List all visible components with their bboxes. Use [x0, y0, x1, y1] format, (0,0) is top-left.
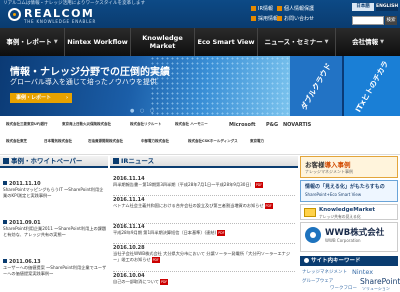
- link-arrow-icon: [277, 16, 282, 21]
- knowledge-market-icon: [304, 208, 316, 217]
- pdf-icon: PDF: [254, 182, 264, 188]
- eco-smart-view-banner[interactable]: 情報の「見える化」がもたらすもの SharePoint+Eco Smart Vi…: [300, 180, 398, 202]
- hero-pattern: [150, 56, 290, 116]
- customer-logo: 株式会社CSKホールディングス: [188, 139, 238, 143]
- ir-news-item[interactable]: 2016.11.14 平成28年9月期 第1四半期決算短信〔日本基準〕(連結) P…: [113, 224, 295, 236]
- ir-news-item[interactable]: 2016.11.14 ベトナム社会主義共和国における合弁会社の設立及び第三者割当…: [113, 197, 295, 209]
- divider: [113, 243, 295, 244]
- nav-item-company[interactable]: 会社情報 ▼: [336, 28, 400, 56]
- hero-title: 情報・ナレッジ分野での圧倒的実績: [10, 67, 170, 78]
- nav-item-nintex[interactable]: Nintex Workflow: [65, 28, 131, 56]
- search-button[interactable]: 検索: [385, 16, 397, 25]
- top-link-contact[interactable]: お問い合わせ: [277, 15, 314, 22]
- carousel-indicator[interactable]: ● ○ ○: [130, 108, 156, 114]
- keyword-tag[interactable]: ソリューション: [362, 286, 390, 292]
- ir-news-item[interactable]: 2016.10.28 当社子会社WWB株式会社 大分県大分市において 分譲ソーラ…: [113, 245, 295, 263]
- top-link-privacy[interactable]: 個人情報保護: [277, 5, 314, 12]
- pdf-icon: PDF: [217, 230, 226, 236]
- hero-reports-button[interactable]: 事例・レポート ›: [10, 93, 72, 103]
- global-nav: 事例・レポート ▼ Nintex Workflow Knowledge Marke…: [0, 28, 400, 56]
- customer-logo: 日本電気株式会社: [44, 139, 72, 143]
- reports-heading: 事例・ホワイトペーパー: [0, 156, 108, 168]
- link-arrow-icon: [277, 6, 282, 11]
- tagline: リアルコムは情報・ナレッジ活用によりワークスタイルを変革します: [3, 1, 146, 6]
- nav-item-news[interactable]: ニュース・セミナー ▼: [258, 28, 336, 56]
- customer-logo: 株式会社三菱東京UFJ銀行: [6, 122, 48, 126]
- customer-logo: 株式会社東芝: [6, 139, 27, 143]
- customer-logo: 東京海上日動火災保険株式会社: [62, 122, 111, 126]
- pdf-icon: PDF: [151, 257, 160, 263]
- keyword-tag[interactable]: ワークフロー: [330, 285, 357, 291]
- wwb-banner[interactable]: WWB株式会社 WWB Corporation: [300, 222, 398, 252]
- customer-logo: 中部電力株式会社: [141, 139, 169, 143]
- report-item[interactable]: 2011.09.01 SharePoint利用企業2011 ～SharePoin…: [3, 220, 107, 238]
- knowledge-market-banner[interactable]: KnowledgeMarket ナレッジ共有の見える化: [300, 204, 398, 220]
- customer-logos: 株式会社三菱東京UFJ銀行 東京海上日動火災保険株式会社 株式会社リクルート 株…: [0, 116, 400, 155]
- hero-banner: 情報・ナレッジ分野での圧倒的実績 グローバル導入を通じて培ったノウハウを提供 事…: [0, 56, 400, 116]
- case-study-banner[interactable]: お客様導入事例 ナレッジマネジメント事例: [300, 156, 398, 178]
- chevron-down-icon: ▼: [53, 39, 58, 45]
- customer-logo: 東京電力: [250, 139, 264, 143]
- pdf-icon: PDF: [264, 203, 273, 209]
- nav-item-knowledge-market[interactable]: Knowledge Market: [131, 28, 195, 56]
- link-arrow-icon: [251, 6, 256, 11]
- keyword-tag[interactable]: ナレッジマネジメント: [302, 269, 347, 275]
- language-english-button[interactable]: ENGLISH: [376, 3, 398, 11]
- hero-subtitle: グローバル導入を通じて培ったノウハウを提供: [10, 78, 157, 86]
- customer-logo: 石油資源開発株式会社: [88, 139, 123, 143]
- divider: [113, 271, 295, 272]
- chevron-down-icon: ▼: [380, 39, 384, 45]
- ir-news-item[interactable]: 2016.10.04 自己の一部取消について PDF: [113, 273, 295, 285]
- bullet-icon: [3, 220, 7, 224]
- nav-item-eco-smart-view[interactable]: Eco Smart View: [195, 28, 258, 56]
- customer-logo: NOVARTIS: [283, 122, 312, 128]
- customer-logo: 株式会社リクルート: [130, 122, 162, 126]
- report-item[interactable]: 2011.06.13 ユーザーへの価値提案 ～SharePoint利用企業でユー…: [3, 259, 107, 277]
- keyword-tag[interactable]: SharePoint: [360, 277, 400, 286]
- bullet-icon: [3, 181, 7, 185]
- keyword-tag[interactable]: Nintex: [352, 268, 373, 276]
- hero-tab-it-human[interactable]: ITxヒトのチカラ: [344, 56, 400, 116]
- news-icon: [113, 158, 119, 164]
- logo-mark-icon: [8, 8, 21, 21]
- wwb-logo-icon: [305, 227, 321, 243]
- top-link-recruit[interactable]: 採用情報: [251, 15, 278, 22]
- divider: [113, 195, 295, 196]
- keyword-tag[interactable]: グループウェア: [302, 278, 333, 284]
- pdf-icon: PDF: [159, 279, 169, 285]
- logo-subtitle: THE KNOWLEDGE ENABLER: [24, 19, 97, 24]
- bullet-icon: [3, 259, 7, 263]
- keyword-heading: サイト内キーワード: [300, 256, 398, 266]
- search-icon: [304, 258, 309, 263]
- document-icon: [3, 158, 9, 164]
- customer-logo: Microsoft: [229, 122, 256, 128]
- ir-news-heading: IRニュース: [110, 156, 298, 168]
- ir-news-item[interactable]: 2016.11.14 四半期報告書－第18期第3四半期（平成28年7月1日～平成…: [113, 176, 295, 188]
- top-link-ir[interactable]: IR情報: [251, 5, 273, 12]
- language-japanese-button[interactable]: 日本語: [352, 3, 374, 11]
- search-input[interactable]: [352, 16, 384, 25]
- link-arrow-icon: [251, 16, 256, 21]
- customer-logo: 株式会社 ハーモニー: [175, 122, 208, 126]
- nav-item-reports[interactable]: 事例・レポート ▼: [0, 28, 65, 56]
- chevron-down-icon: ▼: [324, 39, 329, 45]
- customer-logo: P&G: [266, 122, 279, 128]
- arrow-right-icon: ›: [65, 95, 68, 101]
- top-bar: リアルコムは情報・ナレッジ活用によりワークスタイルを変革します REALCOM …: [0, 0, 400, 28]
- site-logo[interactable]: REALCOM THE KNOWLEDGE ENABLER: [8, 7, 95, 25]
- keyword-tags: ナレッジマネジメント Nintex SharePoint グループウェア ワーク…: [300, 268, 400, 292]
- report-item[interactable]: 2011.11.10 SharePointマッピングもらうIT ～SharePo…: [3, 181, 107, 199]
- hero-tab-double-cloud[interactable]: ダブルクラウド: [290, 56, 342, 116]
